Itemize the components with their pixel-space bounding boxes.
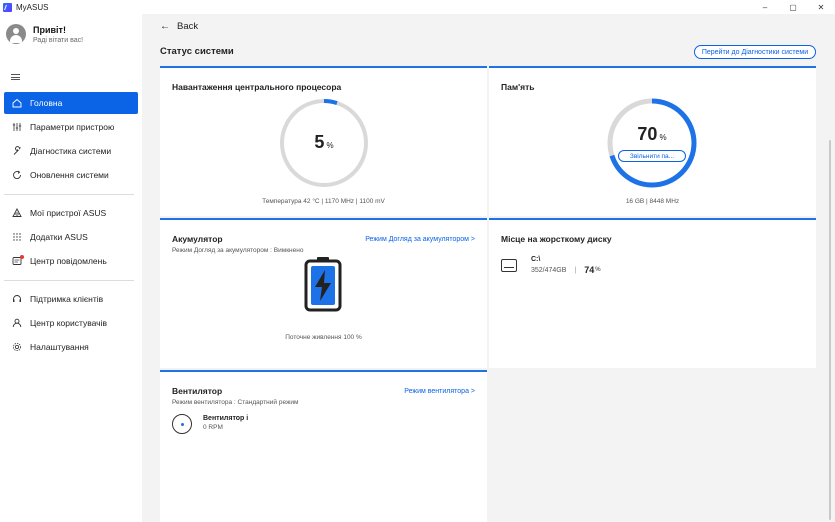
minimize-button[interactable]: – bbox=[751, 0, 779, 14]
sidebar-item-system-update[interactable]: Оновлення системи bbox=[4, 164, 138, 186]
hamburger-menu-icon[interactable] bbox=[11, 74, 20, 80]
apps-grid-icon bbox=[12, 232, 22, 242]
battery-care-mode-link[interactable]: Режим Догляд за акумулятором > bbox=[365, 236, 475, 243]
cpu-load-card: Навантаження центрального процесора 5% Т… bbox=[160, 66, 487, 216]
sidebar-item-system-diagnostics[interactable]: Діагностика системи bbox=[4, 140, 138, 162]
sidebar-item-label: Центр користувачів bbox=[30, 318, 107, 328]
fan-card: Вентилятор Режим вентилятора : Стандартн… bbox=[160, 370, 487, 522]
sidebar-item-asus-apps[interactable]: Додатки ASUS bbox=[4, 226, 138, 248]
sidebar-item-label: Діагностика системи bbox=[30, 146, 112, 156]
gear-icon bbox=[12, 342, 22, 352]
user-icon bbox=[12, 318, 22, 328]
go-to-diagnostics-button[interactable]: Перейти до Діагностики системи bbox=[694, 45, 816, 59]
drive-usage: 352/474GB | 74 % bbox=[531, 265, 601, 275]
memory-gauge-value: 70% bbox=[637, 124, 667, 144]
disk-row: C:\ 352/474GB | 74 % bbox=[501, 256, 601, 275]
back-label: Back bbox=[177, 21, 199, 32]
support-icon bbox=[12, 294, 22, 304]
cpu-gauge: 5% bbox=[278, 97, 370, 189]
sidebar-item-home[interactable]: Головна bbox=[4, 92, 138, 114]
drive-percent: 74 bbox=[584, 265, 595, 275]
myasus-logo-icon bbox=[3, 2, 12, 12]
sidebar-item-label: Оновлення системи bbox=[30, 170, 109, 180]
battery-care-mode-status: Режим Догляд за акумулятором : Вимкнено bbox=[172, 247, 304, 254]
hard-drive-icon bbox=[501, 259, 517, 272]
sidebar-item-label: Мої пристрої ASUS bbox=[30, 208, 107, 218]
sidebar-item-device-settings[interactable]: Параметри пристрою bbox=[4, 116, 138, 138]
sliders-icon bbox=[12, 122, 22, 132]
devices-icon bbox=[12, 208, 22, 218]
refresh-icon bbox=[12, 170, 22, 180]
sidebar-item-label: Додатки ASUS bbox=[30, 232, 88, 242]
free-memory-button[interactable]: Звільнити па... bbox=[618, 150, 686, 162]
memory-stats: 16 GB | 8448 MHz bbox=[625, 198, 680, 205]
close-button[interactable]: ✕ bbox=[807, 0, 835, 14]
fan-name: Вентилятор і bbox=[203, 415, 249, 422]
app-title: MyASUS bbox=[16, 2, 49, 12]
sidebar-item-label: Налаштування bbox=[30, 342, 89, 352]
home-icon bbox=[12, 98, 22, 108]
drive-name: C:\ bbox=[531, 256, 541, 263]
sidebar-item-label: Центр повідомлень bbox=[30, 256, 107, 266]
drive-size: 352/474GB bbox=[531, 266, 567, 274]
battery-power-status: Поточне живлення 100 % bbox=[285, 334, 362, 341]
fan-mode-status: Режим вентилятора : Стандартний режим bbox=[172, 399, 299, 406]
back-button[interactable]: ← Back bbox=[160, 21, 198, 32]
fan-rpm: 0 RPM bbox=[203, 424, 223, 431]
greeting-title: Привіт! bbox=[33, 25, 66, 35]
fan-row: Вентилятор і 0 RPM bbox=[172, 414, 248, 434]
drive-percent-unit: % bbox=[595, 267, 601, 273]
scrollbar[interactable] bbox=[829, 140, 831, 520]
user-profile[interactable]: Привіт! Раді вітати вас! bbox=[6, 24, 83, 44]
cpu-gauge-value: 5% bbox=[314, 132, 334, 152]
sidebar-item-label: Підтримка клієнтів bbox=[30, 294, 104, 304]
disk-space-card: Місце на жорсткому диску C:\ 352/474GB |… bbox=[489, 218, 816, 368]
battery-card-title: Акумулятор bbox=[172, 234, 223, 244]
back-arrow-icon: ← bbox=[160, 21, 170, 32]
window-controls: – ▢ ✕ bbox=[751, 0, 835, 14]
fan-card-title: Вентилятор bbox=[172, 386, 223, 396]
sidebar: Привіт! Раді вітати вас! Головна Парамет… bbox=[0, 14, 142, 522]
sidebar-item-user-center[interactable]: Центр користувачів bbox=[4, 312, 138, 334]
memory-card-title: Пам'ять bbox=[501, 82, 535, 92]
memory-card: Пам'ять 70% Звільнити па... 16 GB | 8448… bbox=[489, 66, 816, 216]
disk-card-title: Місце на жорсткому диску bbox=[501, 234, 612, 244]
avatar bbox=[6, 24, 26, 44]
sidebar-item-my-devices[interactable]: Мої пристрої ASUS bbox=[4, 202, 138, 224]
sidebar-divider bbox=[4, 280, 134, 281]
battery-icon bbox=[303, 256, 343, 314]
sidebar-divider bbox=[4, 194, 134, 195]
greeting-subtitle: Раді вітати вас! bbox=[33, 37, 84, 44]
fan-mode-link[interactable]: Режим вентилятора > bbox=[404, 388, 475, 395]
maximize-button[interactable]: ▢ bbox=[779, 0, 807, 14]
notification-badge bbox=[20, 255, 24, 259]
sidebar-item-customer-support[interactable]: Підтримка клієнтів bbox=[4, 288, 138, 310]
sidebar-item-label: Головна bbox=[30, 98, 63, 108]
title-bar: MyASUS – ▢ ✕ bbox=[0, 0, 835, 14]
cpu-stats: Температура 42 °C | 1170 MHz | 1100 mV bbox=[262, 198, 385, 205]
sidebar-item-label: Параметри пристрою bbox=[30, 122, 115, 132]
memory-gauge: 70% Звільнити па... bbox=[606, 97, 698, 189]
cpu-card-title: Навантаження центрального процесора bbox=[172, 82, 342, 92]
drive-separator: | bbox=[574, 266, 577, 274]
sidebar-item-notification-center[interactable]: Центр повідомлень bbox=[4, 250, 138, 272]
wrench-icon bbox=[12, 146, 22, 156]
fan-icon bbox=[172, 414, 192, 434]
sidebar-item-settings[interactable]: Налаштування bbox=[4, 336, 138, 358]
page-title: Статус системи bbox=[160, 46, 234, 57]
battery-card: Акумулятор Режим Догляд за акумулятором … bbox=[160, 218, 487, 368]
